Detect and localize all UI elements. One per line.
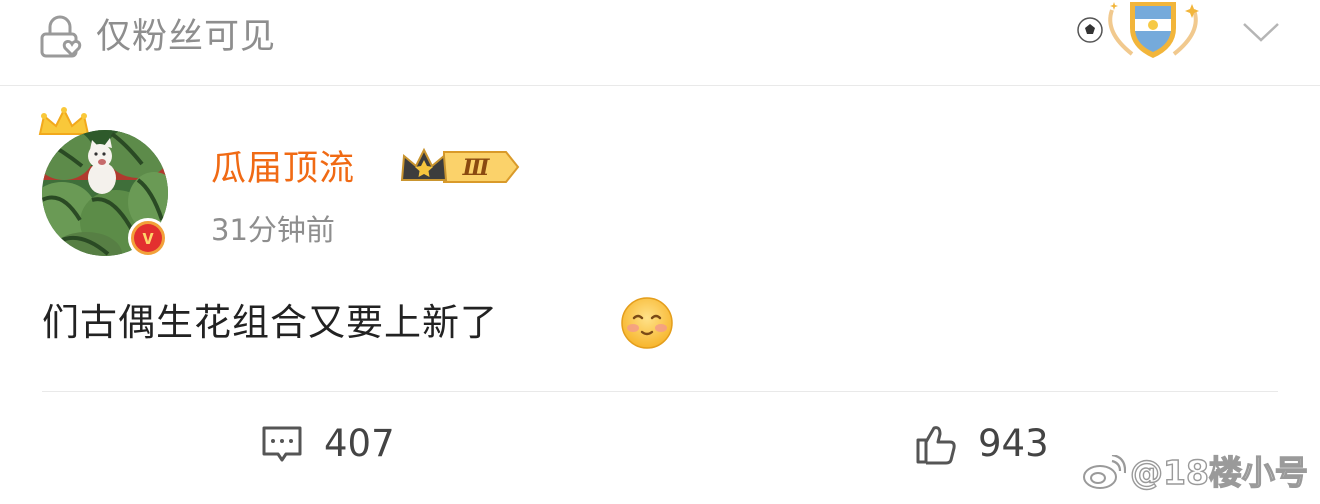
thumbs-up-icon [916, 426, 956, 465]
post-timestamp: 31分钟前 [211, 213, 335, 247]
like-count: 943 [978, 422, 1049, 465]
member-level: Ⅲ [462, 155, 491, 181]
comment-icon [262, 426, 302, 462]
lock-heart-icon [40, 15, 82, 58]
argentina-shield-soccer-icon[interactable] [1072, 0, 1208, 62]
watermark: @18楼小号 [1082, 450, 1309, 496]
member-crown-badge[interactable]: Ⅲ [398, 146, 520, 188]
username[interactable]: 瓜届顶流 [211, 146, 355, 192]
blush-emoji [621, 297, 673, 349]
comment-count: 407 [324, 422, 395, 465]
weibo-logo-icon [1083, 455, 1126, 489]
post-content: 们古偶生花组合又要上新了 [42, 301, 498, 344]
chevron-down-icon[interactable] [1240, 14, 1282, 48]
like-button[interactable]: 943 [912, 418, 1049, 470]
weibo-post-screen: 仅粉丝可见 v 瓜届顶流 Ⅲ 31分钟前 们古偶生花组合又要上新了 407 94… [0, 0, 1320, 504]
comment-button[interactable]: 407 [258, 418, 395, 470]
v-verified-icon: v [128, 218, 168, 258]
action-divider [42, 391, 1278, 392]
avatar[interactable]: v [34, 104, 174, 262]
watermark-text: @18楼小号 [1129, 452, 1308, 492]
post-header-bar: 仅粉丝可见 [0, 0, 1320, 86]
visibility-label: 仅粉丝可见 [96, 17, 277, 57]
